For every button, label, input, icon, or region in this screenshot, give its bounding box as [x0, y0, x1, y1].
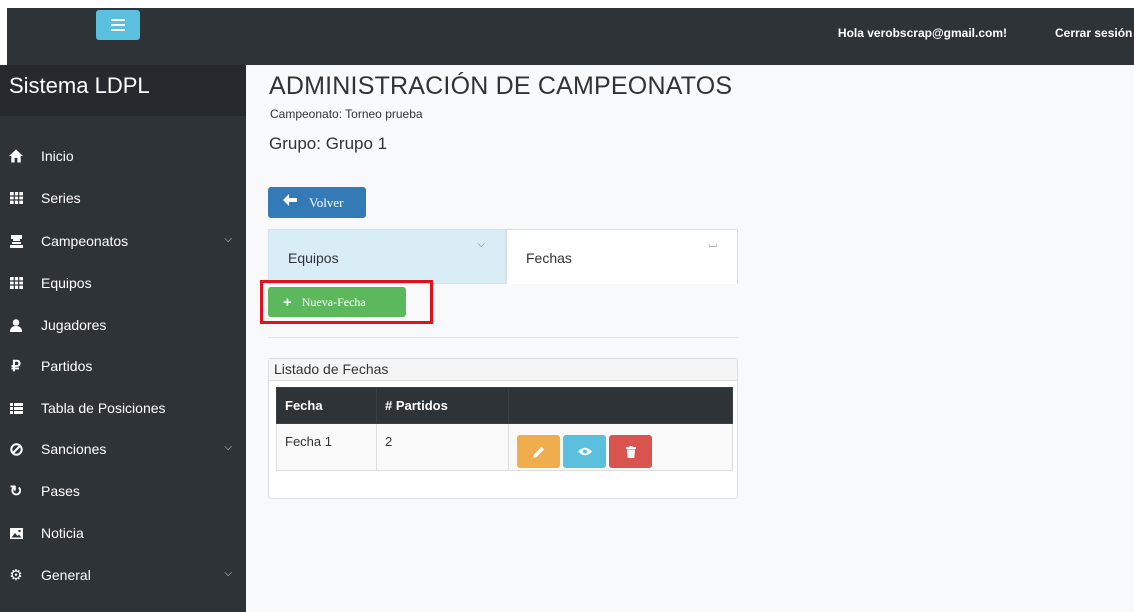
dates-table: Fecha # Partidos Fecha 1 2 [276, 387, 733, 471]
grid-icon [9, 191, 23, 205]
sidebar-item-label: Campeonatos [41, 233, 129, 249]
sidebar-item-noticia[interactable]: Noticia [0, 515, 246, 551]
main-content: ADMINISTRACIÓN DE CAMPEONATOS Campeonato… [246, 65, 1134, 612]
grid-icon [9, 276, 23, 290]
column-header-fecha: Fecha [276, 387, 377, 424]
sidebar: Sistema LDPL Inicio Series Campeonatos ⌵… [0, 65, 246, 612]
back-button[interactable]: Volver [268, 187, 366, 218]
top-navbar: Hola verobscrap@gmail.com! Cerrar sesión [0, 0, 1134, 65]
sidebar-item-label: Noticia [41, 525, 84, 541]
sidebar-item-label: Tabla de Posiciones [41, 400, 166, 416]
highlight-annotation [260, 280, 433, 324]
divider [268, 337, 738, 338]
championship-subtitle: Campeonato: Torneo prueba [270, 107, 423, 121]
sidebar-item-sanciones[interactable]: Sanciones ⌵ [0, 431, 246, 467]
cell-partidos: 2 [376, 423, 509, 471]
sidebar-item-inicio[interactable]: Inicio [0, 138, 246, 174]
table-row: Fecha 1 2 [276, 423, 733, 471]
user-greeting: Hola verobscrap@gmail.com! [837, 26, 1007, 40]
sidebar-item-jugadores[interactable]: Jugadores [0, 307, 246, 343]
tab-label: Equipos [288, 250, 339, 266]
sidebar-item-label: Pases [41, 483, 80, 499]
sidebar-item-equipos[interactable]: Equipos [0, 265, 246, 301]
column-header-actions [508, 387, 733, 424]
view-button[interactable] [563, 435, 606, 468]
logout-link[interactable]: Cerrar sesión [1055, 26, 1132, 40]
eye-icon [577, 447, 592, 456]
sidebar-item-series[interactable]: Series [0, 180, 246, 216]
tabs: Equipos ⌵ Fechas ⌴ [268, 229, 738, 284]
panel-heading: Listado de Fechas [269, 359, 737, 381]
sidebar-item-campeonatos[interactable]: Campeonatos ⌵ [0, 223, 246, 259]
gear-icon: ⚙ [9, 567, 23, 584]
tab-fechas[interactable]: Fechas ⌴ [506, 229, 738, 284]
chevron-down-icon: ⌵ [224, 568, 232, 579]
chevron-down-icon: ⌵ [224, 234, 232, 245]
chevron-up-icon: ⌴ [709, 239, 717, 250]
sidebar-item-general[interactable]: ⚙ General ⌵ [0, 557, 246, 593]
dates-panel: Listado de Fechas Fecha # Partidos Fecha… [268, 358, 738, 499]
sidebar-item-tabla-posiciones[interactable]: Tabla de Posiciones [0, 390, 246, 426]
ban-icon [9, 442, 23, 456]
user-icon [9, 318, 23, 332]
chevron-down-icon: ⌵ [224, 442, 232, 453]
sidebar-item-label: Partidos [41, 358, 93, 374]
home-icon [9, 149, 23, 163]
sidebar-item-label: Sanciones [41, 441, 107, 457]
image-icon [9, 526, 23, 540]
trash-icon [625, 445, 636, 458]
tab-equipos[interactable]: Equipos ⌵ [268, 229, 506, 284]
sidebar-item-label: General [41, 567, 91, 583]
column-header-partidos: # Partidos [376, 387, 509, 424]
list-icon [9, 401, 23, 415]
group-title: Grupo: Grupo 1 [269, 134, 388, 153]
arrow-left-icon [283, 194, 297, 211]
trophy-icon [9, 234, 23, 248]
sidebar-item-label: Jugadores [41, 317, 107, 333]
menu-toggle-button[interactable] [96, 10, 140, 40]
tab-label: Fechas [526, 250, 572, 266]
sidebar-item-label: Inicio [41, 148, 74, 164]
delete-button[interactable] [609, 435, 652, 468]
back-button-label: Volver [309, 194, 344, 210]
sidebar-brand: Sistema LDPL [0, 65, 246, 116]
edit-button[interactable] [517, 435, 560, 468]
pencil-icon [532, 446, 544, 458]
table-header-row: Fecha # Partidos [276, 387, 733, 424]
sidebar-item-label: Series [41, 190, 81, 206]
sidebar-item-label: Equipos [41, 275, 92, 291]
row-actions [517, 435, 732, 468]
cell-fecha: Fecha 1 [276, 423, 377, 471]
hamburger-icon [111, 19, 125, 31]
page-title: ADMINISTRACIÓN DE CAMPEONATOS [269, 72, 733, 100]
brand-title: Sistema LDPL [9, 73, 150, 98]
chevron-down-icon: ⌵ [477, 239, 485, 250]
ruble-icon: ₽ [11, 358, 21, 375]
sidebar-item-pases[interactable]: ↻ Pases [0, 473, 246, 509]
cell-actions [508, 423, 733, 471]
sidebar-item-partidos[interactable]: ₽ Partidos [0, 348, 246, 384]
refresh-icon: ↻ [9, 483, 23, 500]
